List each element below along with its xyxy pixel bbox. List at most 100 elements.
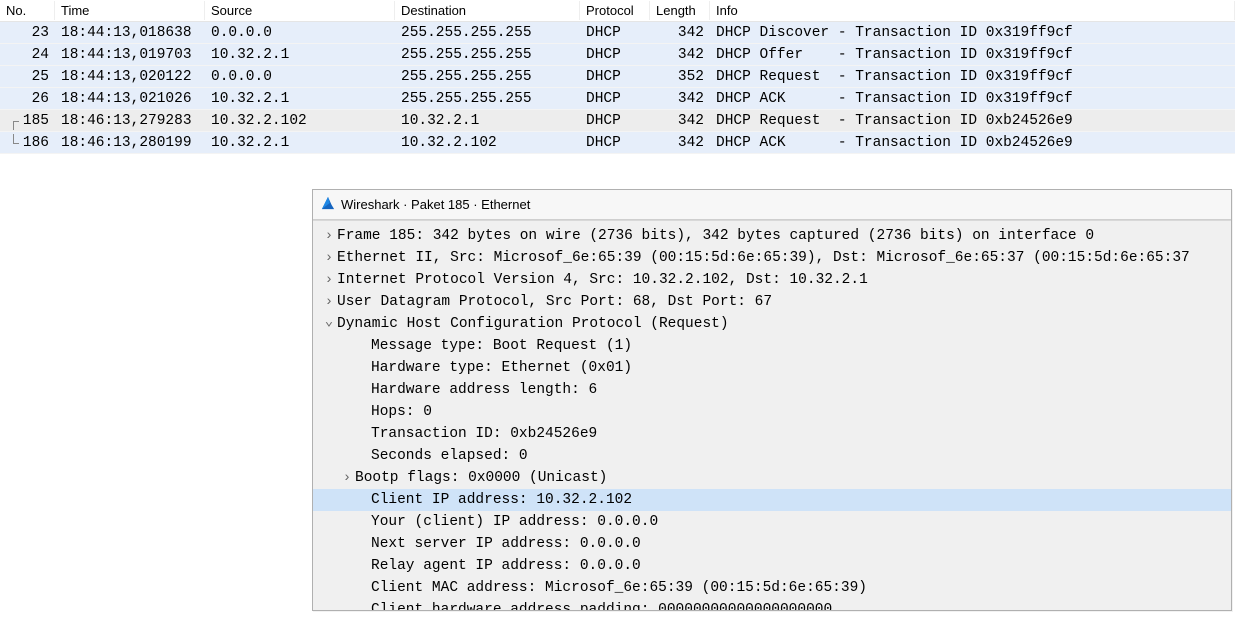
cell-info: DHCP ACK - Transaction ID 0xb24526e9 [710,134,1235,152]
tree-item[interactable]: Hardware address length: 6 [313,379,1231,401]
tree-item-label: Frame 185: 342 bytes on wire (2736 bits)… [337,228,1094,244]
packet-row[interactable]: 2518:44:13,0201220.0.0.0255.255.255.255D… [0,66,1235,88]
packet-list-header[interactable]: No. Time Source Destination Protocol Len… [0,0,1235,22]
cell-time: 18:44:13,019703 [55,46,205,64]
detail-window-title: Wireshark · Paket 185 · Ethernet [341,197,530,212]
tree-item[interactable]: Hardware type: Ethernet (0x01) [313,357,1231,379]
packet-row[interactable]: 18518:46:13,27928310.32.2.10210.32.2.1DH… [0,110,1235,132]
cell-info: DHCP Offer - Transaction ID 0x319ff9cf [710,46,1235,64]
packet-row[interactable]: 2418:44:13,01970310.32.2.1255.255.255.25… [0,44,1235,66]
tree-item-label: Client IP address: 10.32.2.102 [371,492,632,508]
tree-item-label: Seconds elapsed: 0 [371,448,528,464]
cell-destination: 255.255.255.255 [395,24,580,42]
tree-item[interactable]: Bootp flags: 0x0000 (Unicast) [313,467,1231,489]
col-header-time[interactable]: Time [55,1,205,20]
packet-detail-window: Wireshark · Paket 185 · Ethernet Frame 1… [312,189,1232,611]
cell-info: DHCP Request - Transaction ID 0x319ff9cf [710,68,1235,86]
col-header-no[interactable]: No. [0,1,55,20]
cell-protocol: DHCP [580,90,650,108]
collapse-icon[interactable] [321,250,337,266]
tree-item[interactable]: Message type: Boot Request (1) [313,335,1231,357]
tree-item[interactable]: User Datagram Protocol, Src Port: 68, Ds… [313,291,1231,313]
tree-item[interactable]: Transaction ID: 0xb24526e9 [313,423,1231,445]
packet-row[interactable]: 2618:44:13,02102610.32.2.1255.255.255.25… [0,88,1235,110]
tree-item-label: Relay agent IP address: 0.0.0.0 [371,558,641,574]
cell-length: 342 [650,112,710,130]
cell-length: 342 [650,90,710,108]
cell-protocol: DHCP [580,24,650,42]
collapse-icon[interactable] [339,470,355,486]
col-header-info[interactable]: Info [710,1,1235,20]
col-header-source[interactable]: Source [205,1,395,20]
expand-icon[interactable] [321,319,337,329]
tree-item[interactable]: Your (client) IP address: 0.0.0.0 [313,511,1231,533]
collapse-icon[interactable] [321,228,337,244]
cell-source: 10.32.2.1 [205,90,395,108]
cell-info: DHCP ACK - Transaction ID 0x319ff9cf [710,90,1235,108]
tree-item-label: User Datagram Protocol, Src Port: 68, Ds… [337,294,772,310]
tree-item[interactable]: Client MAC address: Microsof_6e:65:39 (0… [313,577,1231,599]
col-header-protocol[interactable]: Protocol [580,1,650,20]
tree-item[interactable]: Relay agent IP address: 0.0.0.0 [313,555,1231,577]
cell-no: 186 [0,134,55,152]
tree-item-label: Internet Protocol Version 4, Src: 10.32.… [337,272,868,288]
cell-no: 185 [0,112,55,130]
tree-item[interactable]: Frame 185: 342 bytes on wire (2736 bits)… [313,225,1231,247]
cell-protocol: DHCP [580,134,650,152]
tree-item-label: Dynamic Host Configuration Protocol (Req… [337,316,729,332]
cell-time: 18:44:13,020122 [55,68,205,86]
cell-destination: 10.32.2.1 [395,112,580,130]
tree-item[interactable]: Hops: 0 [313,401,1231,423]
cell-info: DHCP Discover - Transaction ID 0x319ff9c… [710,24,1235,42]
cell-source: 0.0.0.0 [205,68,395,86]
packet-row[interactable]: 18618:46:13,28019910.32.2.110.32.2.102DH… [0,132,1235,154]
related-packet-bracket-icon [10,134,18,152]
col-header-destination[interactable]: Destination [395,1,580,20]
cell-protocol: DHCP [580,46,650,64]
cell-length: 352 [650,68,710,86]
collapse-icon[interactable] [321,272,337,288]
tree-item[interactable]: Dynamic Host Configuration Protocol (Req… [313,313,1231,335]
tree-item-label: Client hardware address padding: 0000000… [371,602,832,610]
cell-time: 18:44:13,018638 [55,24,205,42]
cell-protocol: DHCP [580,112,650,130]
cell-time: 18:46:13,280199 [55,134,205,152]
tree-item-label: Ethernet II, Src: Microsof_6e:65:39 (00:… [337,250,1190,266]
cell-no: 26 [0,90,55,108]
collapse-icon[interactable] [321,294,337,310]
detail-title-bar[interactable]: Wireshark · Paket 185 · Ethernet [313,190,1231,220]
tree-item[interactable]: Ethernet II, Src: Microsof_6e:65:39 (00:… [313,247,1231,269]
tree-item-label: Hardware address length: 6 [371,382,597,398]
tree-item[interactable]: Seconds elapsed: 0 [313,445,1231,467]
tree-item-label: Bootp flags: 0x0000 (Unicast) [355,470,607,486]
tree-item-label: Transaction ID: 0xb24526e9 [371,426,597,442]
tree-item[interactable]: Client IP address: 10.32.2.102 [313,489,1231,511]
cell-source: 10.32.2.102 [205,112,395,130]
col-header-length[interactable]: Length [650,1,710,20]
tree-item-label: Next server IP address: 0.0.0.0 [371,536,641,552]
related-packet-bracket-icon [10,112,18,130]
cell-protocol: DHCP [580,68,650,86]
tree-item[interactable]: Internet Protocol Version 4, Src: 10.32.… [313,269,1231,291]
packet-list[interactable]: No. Time Source Destination Protocol Len… [0,0,1235,154]
tree-item-label: Your (client) IP address: 0.0.0.0 [371,514,658,530]
cell-length: 342 [650,24,710,42]
tree-item[interactable]: Next server IP address: 0.0.0.0 [313,533,1231,555]
cell-destination: 255.255.255.255 [395,90,580,108]
packet-detail-tree[interactable]: Frame 185: 342 bytes on wire (2736 bits)… [313,220,1231,610]
tree-item-label: Message type: Boot Request (1) [371,338,632,354]
cell-no: 25 [0,68,55,86]
cell-destination: 255.255.255.255 [395,46,580,64]
cell-length: 342 [650,46,710,64]
tree-item-label: Hardware type: Ethernet (0x01) [371,360,632,376]
cell-source: 0.0.0.0 [205,24,395,42]
cell-time: 18:44:13,021026 [55,90,205,108]
cell-destination: 10.32.2.102 [395,134,580,152]
cell-length: 342 [650,134,710,152]
cell-source: 10.32.2.1 [205,134,395,152]
wireshark-icon [321,196,335,213]
packet-row[interactable]: 2318:44:13,0186380.0.0.0255.255.255.255D… [0,22,1235,44]
cell-info: DHCP Request - Transaction ID 0xb24526e9 [710,112,1235,130]
tree-item[interactable]: Client hardware address padding: 0000000… [313,599,1231,610]
tree-item-label: Hops: 0 [371,404,432,420]
